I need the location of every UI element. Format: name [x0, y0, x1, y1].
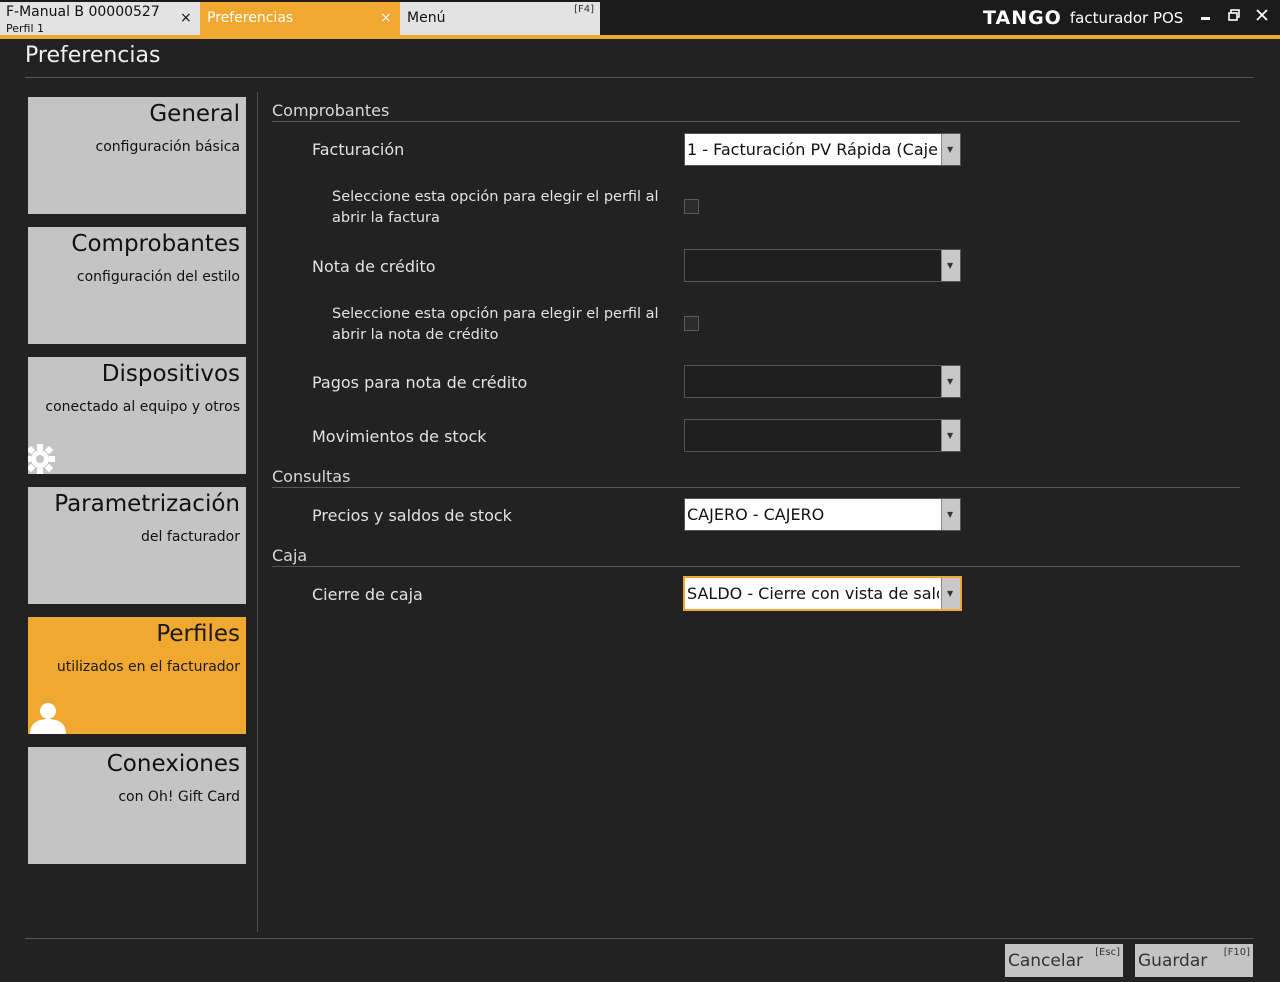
nota-credito-hint: Seleccione esta opción para elegir el pe… — [332, 306, 659, 343]
tab-document[interactable]: F-Manual B 00000527 Perfil 1 × — [0, 2, 200, 35]
tile-title: Comprobantes — [71, 231, 240, 257]
section-title-comprobantes: Comprobantes — [272, 101, 390, 120]
user-icon — [30, 703, 66, 734]
cierre-label: Cierre de caja — [312, 585, 423, 604]
tile-subtitle: conectado al equipo y otros — [45, 399, 240, 415]
tile-title: Dispositivos — [101, 361, 240, 387]
chevron-down-icon[interactable]: ▼ — [941, 578, 960, 609]
accent-line — [0, 35, 1280, 39]
tango-logo: TANGO — [983, 7, 1062, 29]
tab-menu[interactable]: Menú [F4] — [400, 2, 600, 35]
cancel-button[interactable]: Cancelar [Esc] — [1005, 944, 1123, 977]
tab-document-title: F-Manual B 00000527 — [6, 4, 160, 20]
close-icon[interactable]: × — [180, 11, 192, 25]
tab-menu-shortcut: [F4] — [574, 4, 594, 15]
tab-document-subtitle: Perfil 1 — [6, 22, 45, 35]
tile-title: General — [149, 101, 240, 127]
movimientos-label: Movimientos de stock — [312, 427, 487, 446]
restore-icon[interactable] — [1224, 8, 1244, 28]
tile-parametrizacion[interactable]: Parametrización del facturador — [28, 487, 246, 604]
facturacion-value: 1 - Facturación PV Rápida (Cajero) — [687, 140, 939, 159]
tile-title: Conexiones — [106, 751, 240, 777]
save-button[interactable]: Guardar [F10] — [1135, 944, 1253, 977]
tile-perfiles[interactable]: Perfiles utilizados en el facturador — [28, 617, 246, 734]
section-divider — [272, 487, 1240, 488]
tile-comprobantes[interactable]: Comprobantes configuración del estilo — [28, 227, 246, 344]
nota-credito-label: Nota de crédito — [312, 257, 436, 276]
tile-dispositivos[interactable]: Dispositivos conectado al equipo y otros — [28, 357, 246, 474]
cierre-select[interactable]: SALDO - Cierre con vista de saldo ▼ — [684, 577, 961, 610]
precios-value: CAJERO - CAJERO — [687, 505, 825, 524]
window-close-icon[interactable] — [1252, 8, 1272, 28]
movimientos-select[interactable]: ▼ — [684, 419, 961, 452]
section-title-caja: Caja — [272, 546, 308, 565]
tile-subtitle: con Oh! Gift Card — [118, 789, 240, 805]
pagos-select[interactable]: ▼ — [684, 365, 961, 398]
tab-menu-title: Menú — [407, 10, 446, 26]
tab-preferencias-title: Preferencias — [207, 10, 294, 26]
chevron-down-icon[interactable]: ▼ — [941, 420, 960, 451]
facturacion-label: Facturación — [312, 140, 405, 159]
tile-subtitle: configuración del estilo — [76, 269, 240, 285]
pagos-label: Pagos para nota de crédito — [312, 373, 528, 392]
tile-general[interactable]: General configuración básica — [28, 97, 246, 214]
facturacion-hint: Seleccione esta opción para elegir el pe… — [332, 189, 659, 226]
precios-select[interactable]: CAJERO - CAJERO ▼ — [684, 498, 961, 531]
tab-preferencias[interactable]: Preferencias × — [200, 2, 400, 35]
chevron-down-icon[interactable]: ▼ — [941, 250, 960, 281]
brand-product: facturador POS — [1069, 9, 1184, 27]
tile-subtitle: utilizados en el facturador — [56, 659, 240, 675]
tile-title: Parametrización — [54, 491, 240, 517]
page-title: Preferencias — [25, 43, 161, 68]
save-shortcut: [F10] — [1223, 947, 1250, 958]
cancel-label: Cancelar — [1008, 951, 1083, 971]
precios-label: Precios y saldos de stock — [312, 506, 512, 525]
tile-conexiones[interactable]: Conexiones con Oh! Gift Card — [28, 747, 246, 864]
nota-credito-select[interactable]: ▼ — [684, 249, 961, 282]
nota-credito-checkbox[interactable] — [684, 316, 699, 331]
section-title-consultas: Consultas — [272, 467, 351, 486]
cancel-shortcut: [Esc] — [1095, 947, 1120, 958]
brand: TANGO facturador POS — [983, 6, 1183, 30]
close-icon[interactable]: × — [380, 11, 392, 25]
facturacion-select[interactable]: 1 - Facturación PV Rápida (Cajero) ▼ — [684, 133, 961, 166]
chevron-down-icon[interactable]: ▼ — [941, 134, 960, 165]
header-divider — [25, 77, 1254, 78]
gear-icon — [28, 444, 55, 474]
facturacion-checkbox[interactable] — [684, 199, 699, 214]
footer-divider — [25, 938, 1254, 939]
tile-subtitle: del facturador — [141, 529, 240, 545]
cierre-value: SALDO - Cierre con vista de saldo — [687, 584, 939, 603]
tile-subtitle: configuración básica — [95, 139, 240, 155]
save-label: Guardar — [1138, 951, 1208, 971]
section-divider — [272, 566, 1240, 567]
tile-title: Perfiles — [156, 621, 240, 647]
chevron-down-icon[interactable]: ▼ — [941, 366, 960, 397]
chevron-down-icon[interactable]: ▼ — [941, 499, 960, 530]
section-divider — [272, 121, 1240, 122]
panel-divider — [257, 92, 258, 932]
minimize-icon[interactable] — [1196, 8, 1216, 28]
